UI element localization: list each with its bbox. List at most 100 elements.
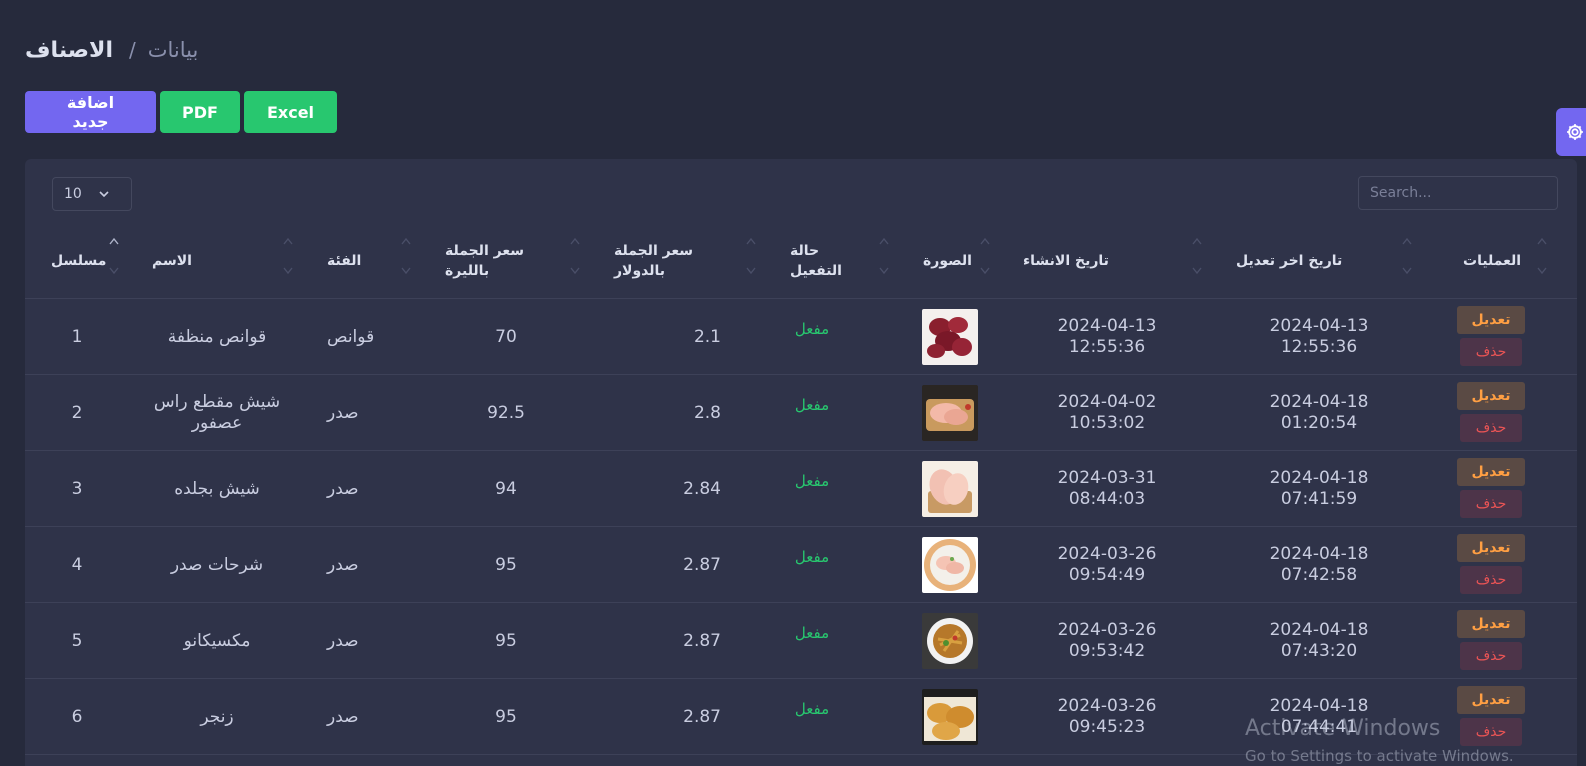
cell-created: 2024-03-26 09:53:42 [1057, 620, 1157, 661]
column-header-price-lira[interactable]: سعر الجملة بالليرة [445, 223, 524, 299]
cell-updated: 2024-04-13 12:55:36 [1269, 316, 1369, 357]
row-actions: تعديل حذف [1457, 534, 1525, 594]
status-badge: مفعل [794, 548, 830, 566]
cell-updated: 2024-04-18 07:43:20 [1269, 620, 1369, 661]
cell-serial: 5 [71, 630, 83, 651]
cell-price-usd: 2.84 [683, 478, 721, 499]
edit-button[interactable]: تعديل [1457, 382, 1525, 410]
column-header-name[interactable]: الاسم [152, 223, 192, 299]
cell-serial: 1 [71, 326, 83, 347]
cell-price-usd: 2.87 [683, 706, 721, 727]
edit-button[interactable]: تعديل [1457, 610, 1525, 638]
column-header-updated[interactable]: تاريخ اخر تعديل [1236, 223, 1342, 299]
column-header-status[interactable]: حالة التفعيل [790, 223, 842, 299]
cell-updated: 2024-04-18 01:20:54 [1269, 392, 1369, 433]
page: الاصناف / بيانات اضافة جديد PDF Excel 10… [0, 0, 1586, 766]
status-badge: مفعل [794, 472, 830, 490]
delete-button[interactable]: حذف [1460, 338, 1522, 366]
cell-name: شرحات صدر [170, 554, 264, 575]
column-header-created[interactable]: تاريخ الانشاء [1023, 223, 1109, 299]
cell-category: صدر [327, 554, 359, 575]
column-header-operations[interactable]: العمليات [1463, 223, 1521, 299]
column-header-category[interactable]: الفئة [327, 223, 361, 299]
table-row: 2 شيش مقطع راس عصفور صدر 92.5 2.8 مفعل 2024-04… [25, 375, 1577, 451]
breast-slices-photo-icon[interactable] [922, 537, 978, 593]
delete-button[interactable]: حذف [1460, 642, 1522, 670]
cell-price-usd: 2.87 [683, 554, 721, 575]
delete-button[interactable]: حذف [1460, 414, 1522, 442]
sort-arrows-icon[interactable] [1192, 223, 1202, 299]
cell-category: صدر [327, 402, 359, 423]
page-title: الاصناف [25, 38, 113, 63]
cell-price-usd: 2.87 [683, 630, 721, 651]
cell-updated: 2024-04-18 07:42:58 [1269, 544, 1369, 585]
cell-category: صدر [327, 706, 359, 727]
table-row: 5 مكسيكانو صدر 95 2.87 مفعل 2024-03-26 09:53:42… [25, 603, 1577, 679]
page-length-select[interactable]: 10 [52, 177, 132, 211]
row-actions: تعديل حذف [1457, 382, 1525, 442]
export-pdf-button[interactable]: PDF [160, 91, 240, 133]
items-table: مسلسل الاسم الفئة سعر الجملة بالليرة سعر … [25, 223, 1577, 755]
row-actions: تعديل حذف [1457, 458, 1525, 518]
cell-created: 2024-03-26 09:54:49 [1057, 544, 1157, 585]
sort-arrows-icon[interactable] [570, 223, 580, 299]
cell-price-lira: 70 [495, 326, 517, 347]
delete-button[interactable]: حذف [1460, 718, 1522, 746]
gizzards-photo-icon[interactable] [922, 309, 978, 365]
table-row: 4 شرحات صدر صدر 95 2.87 مفعل 2024-03-26 09:54:4… [25, 527, 1577, 603]
zinger-photo-icon[interactable] [922, 689, 978, 745]
row-actions: تعديل حذف [1457, 610, 1525, 670]
table-header: مسلسل الاسم الفئة سعر الجملة بالليرة سعر … [25, 223, 1577, 299]
sort-arrows-icon[interactable] [401, 223, 411, 299]
cell-name: قوانص منظفة [167, 326, 267, 347]
sort-arrows-icon[interactable] [879, 223, 889, 299]
edit-button[interactable]: تعديل [1457, 686, 1525, 714]
status-badge: مفعل [794, 320, 830, 338]
column-header-serial[interactable]: مسلسل [51, 223, 106, 299]
sort-arrows-icon[interactable] [1402, 223, 1412, 299]
cell-updated: 2024-04-18 07:44:41 [1269, 696, 1369, 737]
search-input[interactable] [1358, 176, 1558, 210]
cell-created: 2024-04-13 12:55:36 [1057, 316, 1157, 357]
cell-category: صدر [327, 630, 359, 651]
table-row: 1 قوانص منظفة قوانص 70 2.1 مفعل 2024-04-13 12:5… [25, 299, 1577, 375]
delete-button[interactable]: حذف [1460, 490, 1522, 518]
edit-button[interactable]: تعديل [1457, 306, 1525, 334]
cell-price-usd: 2.8 [693, 402, 721, 423]
cell-created: 2024-03-31 08:44:03 [1057, 468, 1157, 509]
export-excel-button[interactable]: Excel [244, 91, 337, 133]
sort-arrows-icon[interactable] [109, 223, 119, 299]
customizer-toggle[interactable] [1556, 108, 1586, 156]
edit-button[interactable]: تعديل [1457, 458, 1525, 486]
chicken-breast-photo-icon[interactable] [922, 461, 978, 517]
table-row: 3 شيش بجلده صدر 94 2.84 مفعل 2024-03-31 08:44:0… [25, 451, 1577, 527]
cell-created: 2024-03-26 09:45:23 [1057, 696, 1157, 737]
sort-arrows-icon[interactable] [746, 223, 756, 299]
breadcrumb-parent-link[interactable]: بيانات [148, 38, 199, 62]
cut-chicken-photo-icon[interactable] [922, 385, 978, 441]
page-length-value: 10 [64, 186, 82, 202]
mexicano-dish-photo-icon[interactable] [922, 613, 978, 669]
sort-arrows-icon[interactable] [1537, 223, 1547, 299]
cell-category: قوانص [327, 326, 375, 347]
breadcrumb-separator: / [128, 38, 136, 62]
cell-price-lira: 94 [495, 478, 517, 499]
cell-serial: 3 [71, 478, 83, 499]
cell-price-lira: 95 [495, 706, 517, 727]
edit-button[interactable]: تعديل [1457, 534, 1525, 562]
table-body: 1 قوانص منظفة قوانص 70 2.1 مفعل 2024-04-13 12:5… [25, 299, 1577, 755]
breadcrumb: الاصناف / بيانات [25, 38, 198, 63]
status-badge: مفعل [794, 624, 830, 642]
status-badge: مفعل [794, 396, 830, 414]
add-new-button[interactable]: اضافة جديد [25, 91, 156, 133]
cell-name: زنجر [200, 706, 234, 727]
column-header-price-usd[interactable]: سعر الجملة بالدولار [614, 223, 693, 299]
sort-arrows-icon[interactable] [980, 223, 990, 299]
sort-arrows-icon[interactable] [283, 223, 293, 299]
cell-price-usd: 2.1 [693, 326, 721, 347]
table-card: 10 مسلسل الاسم الفئة سعر الجملةبالليرة س… [25, 159, 1577, 766]
column-header-image[interactable]: الصورة [923, 223, 972, 299]
delete-button[interactable]: حذف [1460, 566, 1522, 594]
gear-icon [1567, 124, 1583, 140]
cell-serial: 4 [71, 554, 83, 575]
